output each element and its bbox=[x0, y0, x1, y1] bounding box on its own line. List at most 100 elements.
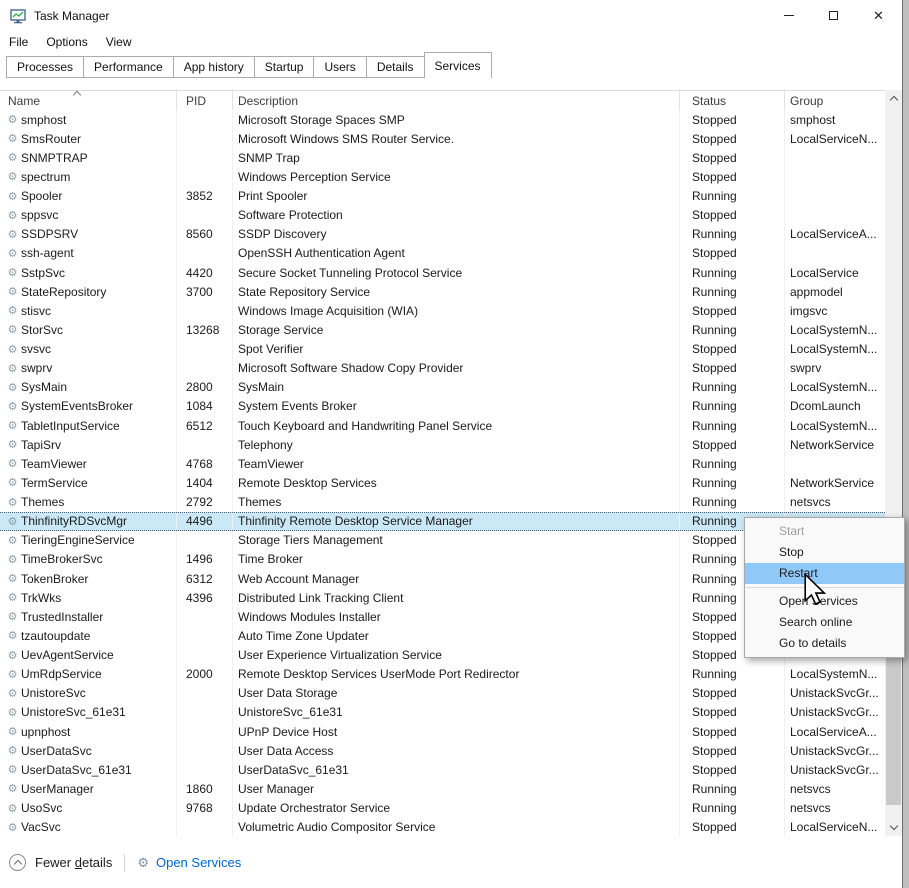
column-header-status[interactable]: Status bbox=[680, 91, 785, 110]
service-group-cell: NetworkService bbox=[785, 435, 885, 454]
table-row[interactable]: ⚙Themes2792ThemesRunningnetsvcs bbox=[0, 493, 885, 512]
column-header-name[interactable]: Name bbox=[0, 91, 177, 110]
menubar-item-options[interactable]: Options bbox=[37, 33, 96, 51]
gear-icon: ⚙ bbox=[4, 649, 21, 662]
service-name-text: StorSvc bbox=[21, 323, 63, 337]
table-row[interactable]: ⚙SstpSvc4420Secure Socket Tunneling Prot… bbox=[0, 263, 885, 282]
service-name-cell: ⚙TrkWks bbox=[0, 588, 177, 607]
tab-details[interactable]: Details bbox=[366, 56, 425, 78]
service-name-text: SstpSvc bbox=[21, 266, 65, 280]
table-row[interactable]: ⚙upnphostUPnP Device HostStoppedLocalSer… bbox=[0, 722, 885, 741]
table-row[interactable]: ⚙SysMain2800SysMainRunningLocalSystemN..… bbox=[0, 378, 885, 397]
gear-icon: ⚙ bbox=[137, 855, 149, 871]
column-header-description[interactable]: Description bbox=[233, 91, 680, 110]
minimize-button[interactable] bbox=[766, 0, 811, 30]
tab-services[interactable]: Services bbox=[424, 52, 492, 78]
service-description-cell: SysMain bbox=[233, 378, 680, 397]
table-row[interactable]: ⚙UserDataSvcUser Data AccessStoppedUnist… bbox=[0, 741, 885, 760]
service-description-cell: Spot Verifier bbox=[233, 340, 680, 359]
service-name-text: TieringEngineService bbox=[21, 533, 135, 547]
menu-bar: FileOptionsView bbox=[0, 32, 902, 52]
service-description-cell: Distributed Link Tracking Client bbox=[233, 588, 680, 607]
table-row[interactable]: ⚙swprvMicrosoft Software Shadow Copy Pro… bbox=[0, 359, 885, 378]
table-row[interactable]: ⚙SystemEventsBroker1084System Events Bro… bbox=[0, 397, 885, 416]
scroll-down-button[interactable] bbox=[885, 819, 902, 836]
service-pid-cell bbox=[177, 435, 233, 454]
service-group-cell: netsvcs bbox=[785, 799, 885, 818]
tab-performance[interactable]: Performance bbox=[83, 56, 174, 78]
service-pid-cell bbox=[177, 531, 233, 550]
tab-startup[interactable]: Startup bbox=[254, 56, 315, 78]
table-row[interactable]: ⚙UserManager1860User ManagerRunningnetsv… bbox=[0, 779, 885, 798]
service-status-cell: Stopped bbox=[680, 741, 785, 760]
footer-separator bbox=[124, 854, 125, 872]
open-services-link[interactable]: ⚙ Open Services bbox=[137, 855, 241, 871]
table-row[interactable]: ⚙SmsRouterMicrosoft Windows SMS Router S… bbox=[0, 129, 885, 148]
scroll-up-button[interactable] bbox=[885, 90, 902, 107]
menubar-item-file[interactable]: File bbox=[0, 33, 37, 51]
table-row[interactable]: ⚙TapiSrvTelephonyStoppedNetworkService bbox=[0, 435, 885, 454]
table-row[interactable]: ⚙UsoSvc9768Update Orchestrator ServiceRu… bbox=[0, 799, 885, 818]
service-group-cell: UnistackSvcGr... bbox=[785, 741, 885, 760]
table-row[interactable]: ⚙SNMPTRAPSNMP TrapStopped bbox=[0, 148, 885, 167]
service-status-cell: Running bbox=[680, 493, 785, 512]
maximize-button[interactable] bbox=[811, 0, 856, 30]
gear-icon: ⚙ bbox=[4, 381, 21, 394]
window-title: Task Manager bbox=[34, 9, 109, 23]
table-row[interactable]: ⚙svsvcSpot VerifierStoppedLocalSystemN..… bbox=[0, 340, 885, 359]
vertical-scrollbar[interactable] bbox=[885, 90, 902, 836]
gear-icon: ⚙ bbox=[4, 209, 21, 222]
tab-users[interactable]: Users bbox=[313, 56, 366, 78]
service-description-cell: Touch Keyboard and Handwriting Panel Ser… bbox=[233, 416, 680, 435]
service-name-cell: ⚙swprv bbox=[0, 359, 177, 378]
table-row[interactable]: ⚙sppsvcSoftware ProtectionStopped bbox=[0, 206, 885, 225]
service-name-text: smphost bbox=[21, 113, 66, 127]
menubar-item-view[interactable]: View bbox=[97, 33, 141, 51]
table-row[interactable]: ⚙SSDPSRV8560SSDP DiscoveryRunningLocalSe… bbox=[0, 225, 885, 244]
table-row[interactable]: ⚙UnistoreSvc_61e31UnistoreSvc_61e31Stopp… bbox=[0, 703, 885, 722]
service-name-text: svsvc bbox=[21, 342, 51, 356]
table-row[interactable]: ⚙TermService1404Remote Desktop ServicesR… bbox=[0, 473, 885, 492]
table-row[interactable]: ⚙smphostMicrosoft Storage Spaces SMPStop… bbox=[0, 110, 885, 129]
table-row[interactable]: ⚙ssh-agentOpenSSH Authentication AgentSt… bbox=[0, 244, 885, 263]
service-pid-cell: 1860 bbox=[177, 779, 233, 798]
table-row[interactable]: ⚙UmRdpService2000Remote Desktop Services… bbox=[0, 665, 885, 684]
column-header-group[interactable]: Group bbox=[785, 91, 885, 110]
service-pid-cell bbox=[177, 607, 233, 626]
table-row[interactable]: ⚙StateRepository3700State Repository Ser… bbox=[0, 282, 885, 301]
table-row[interactable]: ⚙StorSvc13268Storage ServiceRunningLocal… bbox=[0, 320, 885, 339]
context-menu-item-go-to-details[interactable]: Go to details bbox=[745, 633, 904, 654]
context-menu-item-stop[interactable]: Stop bbox=[745, 542, 904, 563]
service-status-cell: Stopped bbox=[680, 340, 785, 359]
table-row[interactable]: ⚙Spooler3852Print SpoolerRunning bbox=[0, 187, 885, 206]
close-button[interactable]: ✕ bbox=[856, 0, 901, 30]
fewer-details-button[interactable]: Fewer details bbox=[9, 854, 112, 871]
table-row[interactable]: ⚙spectrumWindows Perception ServiceStopp… bbox=[0, 167, 885, 186]
gear-icon: ⚙ bbox=[4, 553, 21, 566]
table-row[interactable]: ⚙TeamViewer4768TeamViewerRunning bbox=[0, 454, 885, 473]
column-header-pid[interactable]: PID bbox=[177, 91, 233, 110]
table-row[interactable]: ⚙TabletInputService6512Touch Keyboard an… bbox=[0, 416, 885, 435]
table-row[interactable]: ⚙UserDataSvc_61e31UserDataSvc_61e31Stopp… bbox=[0, 760, 885, 779]
table-row[interactable]: ⚙stisvcWindows Image Acquisition (WIA)St… bbox=[0, 301, 885, 320]
table-row[interactable]: ⚙VacSvcVolumetric Audio Compositor Servi… bbox=[0, 818, 885, 837]
table-header: Name PID Description Status Group bbox=[0, 91, 885, 110]
service-status-cell: Running bbox=[680, 665, 785, 684]
service-status-cell: Running bbox=[680, 225, 785, 244]
service-group-cell: LocalServiceN... bbox=[785, 818, 885, 837]
service-name-cell: ⚙UserManager bbox=[0, 779, 177, 798]
tab-app-history[interactable]: App history bbox=[173, 56, 255, 78]
tab-processes[interactable]: Processes bbox=[6, 56, 84, 78]
service-pid-cell bbox=[177, 110, 233, 129]
service-name-text: VacSvc bbox=[21, 820, 61, 834]
service-name-text: SmsRouter bbox=[21, 132, 81, 146]
table-row[interactable]: ⚙UnistoreSvcUser Data StorageStoppedUnis… bbox=[0, 684, 885, 703]
gear-icon: ⚙ bbox=[4, 687, 21, 700]
service-group-cell: swprv bbox=[785, 359, 885, 378]
service-description-cell: Windows Image Acquisition (WIA) bbox=[233, 301, 680, 320]
service-pid-cell bbox=[177, 741, 233, 760]
service-name-cell: ⚙TeamViewer bbox=[0, 454, 177, 473]
service-name-cell: ⚙svsvc bbox=[0, 340, 177, 359]
service-description-cell: UPnP Device Host bbox=[233, 722, 680, 741]
context-menu-item-search-online[interactable]: Search online bbox=[745, 612, 904, 633]
